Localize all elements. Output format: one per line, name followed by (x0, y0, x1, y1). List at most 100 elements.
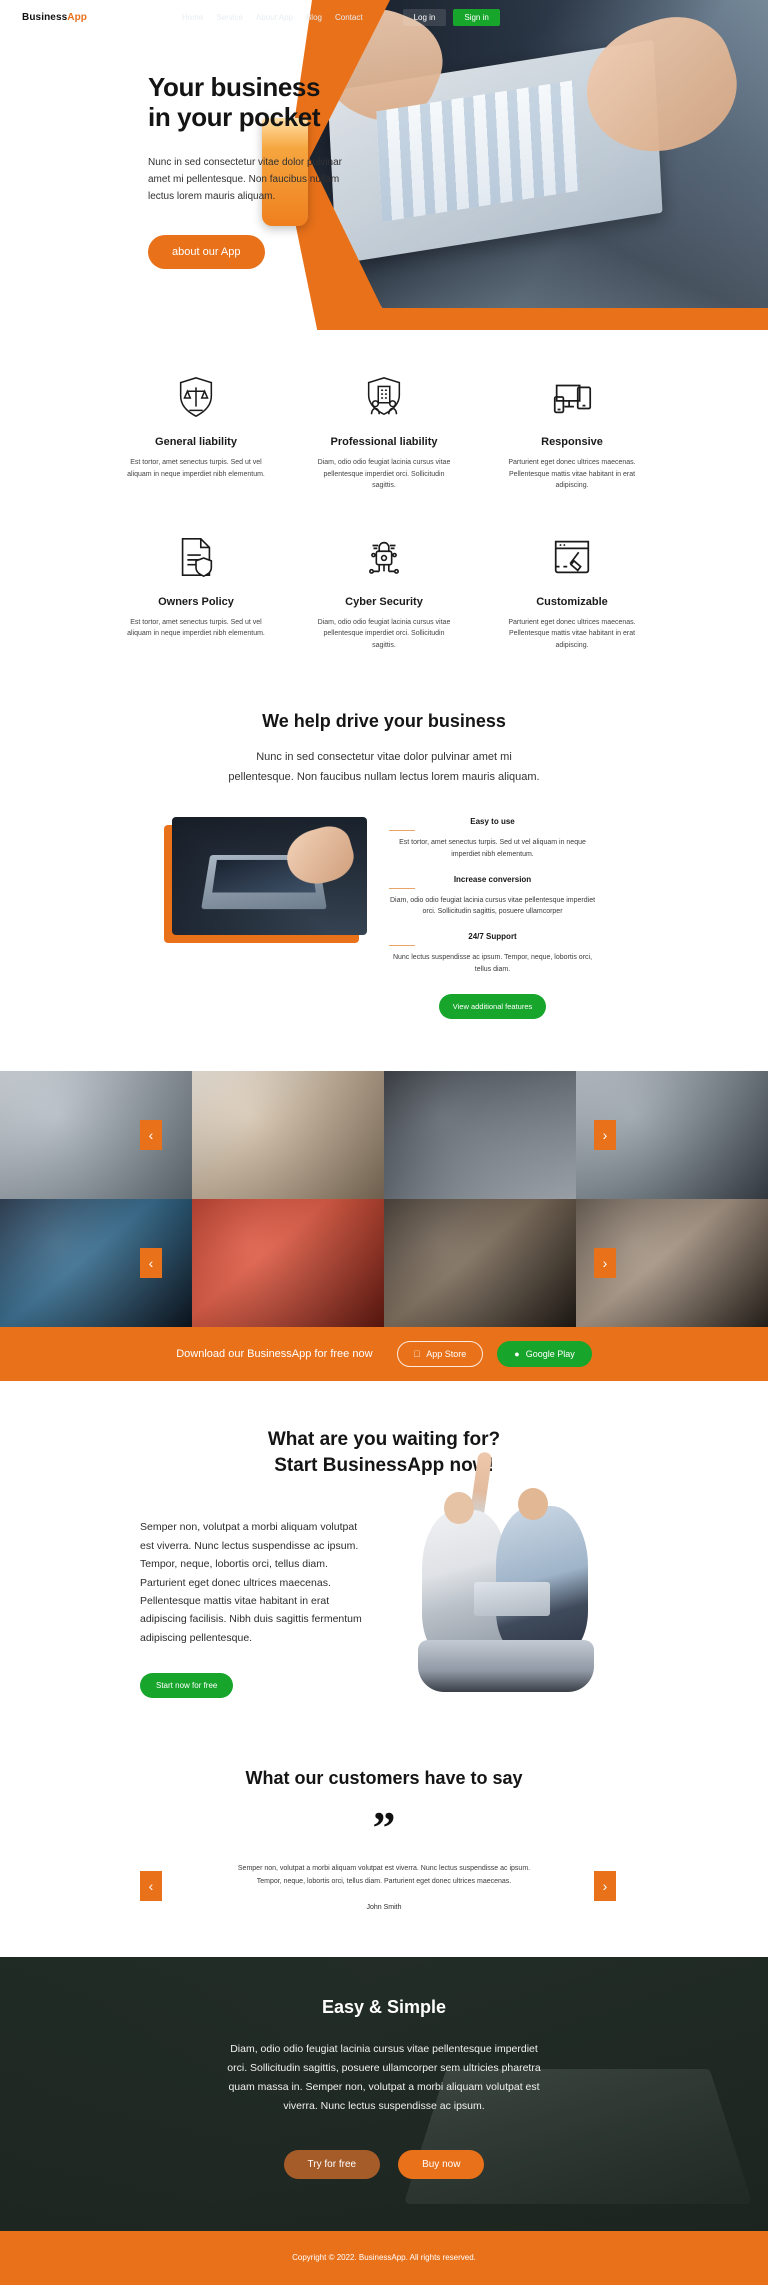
drive-item-easy-to-use: Easy to use Est tortor, amet senectus tu… (388, 816, 597, 861)
easy-buttons: Try for free Buy now (0, 2149, 768, 2179)
photo-gallery-carousel: ‹ › ‹ › (0, 1071, 768, 1328)
feature-title: Professional liability (330, 436, 438, 448)
testimonial-next-arrow[interactable]: › (594, 1871, 616, 1902)
apple-icon:  (414, 1349, 421, 1359)
hero-text-block: Your business in your pocket Nunc in sed… (148, 72, 388, 270)
drive-body: Easy to use Est tortor, amet senectus tu… (0, 816, 768, 1061)
start-now-for-free-button[interactable]: Start now for free (140, 1673, 234, 1699)
nav-auth-buttons: Log in Sign in (402, 8, 500, 26)
devices-icon (500, 370, 644, 424)
brand-name-first: Business (22, 11, 68, 23)
drive-item-increase-conversion: Increase conversion Diam, odio odio feug… (388, 874, 597, 919)
drive-laptop-photo (171, 816, 367, 935)
hero-title: Your business in your pocket (148, 72, 388, 132)
man-shape (496, 1506, 588, 1657)
gallery-item[interactable] (384, 1071, 576, 1200)
hero-title-line1: Your business (148, 72, 321, 102)
android-icon: ● (510, 1349, 519, 1360)
gallery-prev-arrow-row2[interactable]: ‹ (140, 1248, 162, 1279)
hero-paragraph: Nunc in sed consectetur vitae dolor pulv… (148, 157, 342, 203)
nav-links: Home Service About App Blog Contact (182, 13, 363, 22)
gallery-row-2 (0, 1199, 768, 1328)
document-shield-icon (124, 530, 268, 584)
drive-item-description: Nunc lectus suspendisse ac ipsum. Tempor… (392, 954, 593, 974)
download-banner: Download our BusinessApp for free now  … (0, 1327, 768, 1382)
app-store-button[interactable]:  App Store (396, 1341, 484, 1368)
waiting-couple-photo (378, 1444, 628, 1694)
feature-description: Parturient eget donec ultrices maecenas.… (508, 459, 636, 490)
login-button[interactable]: Log in (402, 8, 447, 26)
waiting-paragraph: Semper non, volutpat a morbi aliquam vol… (140, 1521, 362, 1644)
divider (388, 887, 415, 889)
feature-description: Diam, odio odio feugiat lacinia cursus v… (317, 459, 451, 490)
feature-title: Owners Policy (158, 595, 234, 608)
legs-shape (418, 1640, 594, 1693)
easy-paragraph: Diam, odio odio feugiat lacinia cursus v… (227, 2043, 541, 2112)
signin-button[interactable]: Sign in (453, 8, 500, 26)
easy-simple-section: Easy & Simple Diam, odio odio feugiat la… (0, 1957, 768, 2231)
testimonial-author: John Smith (366, 1904, 402, 1912)
nav-link-about-app[interactable]: About App (256, 13, 293, 22)
nav-link-contact[interactable]: Contact (335, 13, 363, 22)
feature-title: Cyber Security (345, 595, 423, 608)
google-play-button[interactable]: ● Google Play (497, 1341, 592, 1368)
lock-circuit-icon (312, 530, 456, 584)
testimonials-section: What our customers have to say ” Semper … (0, 1738, 768, 1958)
brand-logo[interactable]: BusinessApp (22, 12, 87, 23)
feature-title: Customizable (536, 595, 608, 608)
drive-item-support: 24/7 Support Nunc lectus suspendisse ac … (388, 932, 597, 976)
features-row-1: General liability Est tortor, amet senec… (0, 370, 768, 492)
nav-link-service[interactable]: Service (216, 13, 243, 22)
hero-orange-bottom-bar (330, 308, 768, 330)
copyright-text: Copyright © 2022. BusinessApp. All right… (292, 2253, 476, 2263)
browser-brush-icon (500, 530, 644, 584)
feature-description: Parturient eget donec ultrices maecenas.… (508, 618, 636, 649)
nav-link-home[interactable]: Home (182, 13, 203, 22)
feature-card-professional-liability: Professional liability Diam, odio odio f… (304, 370, 464, 492)
gallery-item[interactable] (192, 1071, 384, 1200)
google-play-label: Google Play (522, 1349, 575, 1360)
feature-card-cyber-security: Cyber Security Diam, odio odio feugiat l… (304, 530, 464, 652)
gallery-item[interactable] (0, 1199, 192, 1328)
view-additional-features-button[interactable]: View additional features (438, 994, 547, 1020)
gallery-item[interactable] (0, 1071, 192, 1200)
feature-description: Diam, odio odio feugiat lacinia cursus v… (317, 618, 451, 649)
drive-item-title: Easy to use (470, 816, 515, 826)
nav-link-blog[interactable]: Blog (306, 13, 322, 22)
waiting-body: Semper non, volutpat a morbi aliquam vol… (0, 1451, 768, 1699)
drive-business-section: We help drive your business Nunc in sed … (0, 693, 768, 1071)
feature-card-responsive: Responsive Parturient eget donec ultrice… (492, 370, 652, 492)
gallery-next-arrow-row2[interactable]: › (594, 1248, 616, 1279)
laptop-shape (474, 1582, 550, 1617)
feature-card-customizable: Customizable Parturient eget donec ultri… (492, 530, 652, 652)
feature-card-general-liability: General liability Est tortor, amet senec… (116, 370, 276, 492)
quote-mark-icon: ” (372, 1802, 396, 1854)
gallery-item[interactable] (384, 1199, 576, 1328)
gallery-prev-arrow-row1[interactable]: ‹ (140, 1120, 162, 1151)
waiting-text-block: Semper non, volutpat a morbi aliquam vol… (140, 1518, 368, 1699)
feature-title: Responsive (541, 436, 603, 448)
gallery-row-1 (0, 1071, 768, 1200)
scales-shield-icon (124, 370, 268, 424)
drive-item-title: 24/7 Support (468, 932, 517, 942)
app-store-label: App Store (422, 1349, 466, 1360)
feature-description: Est tortor, amet senectus turpis. Sed ut… (127, 459, 265, 478)
building-people-shield-icon (312, 370, 456, 424)
drive-heading: We help drive your business (262, 711, 506, 732)
gallery-item[interactable] (192, 1199, 384, 1328)
gallery-next-arrow-row1[interactable]: › (594, 1120, 616, 1151)
try-for-free-button[interactable]: Try for free (283, 2149, 381, 2179)
drive-feature-list: Easy to use Est tortor, amet senectus tu… (388, 816, 597, 1020)
drive-paragraph: Nunc in sed consectetur vitae dolor pulv… (228, 751, 540, 783)
feature-title: General liability (155, 436, 237, 448)
feature-card-owners-policy: Owners Policy Est tortor, amet senectus … (116, 530, 276, 652)
testimonial-prev-arrow[interactable]: ‹ (140, 1871, 162, 1902)
about-our-app-button[interactable]: about our App (148, 235, 265, 270)
drive-item-title: Increase conversion (453, 874, 532, 884)
easy-heading: Easy & Simple (321, 1997, 447, 2018)
footer: Copyright © 2022. BusinessApp. All right… (0, 2230, 768, 2285)
top-navigation: BusinessApp Home Service About App Blog … (0, 0, 768, 34)
drive-item-description: Diam, odio odio feugiat lacinia cursus v… (389, 896, 596, 916)
buy-now-button[interactable]: Buy now (398, 2149, 485, 2179)
drive-item-description: Est tortor, amet senectus turpis. Sed ut… (399, 838, 586, 858)
